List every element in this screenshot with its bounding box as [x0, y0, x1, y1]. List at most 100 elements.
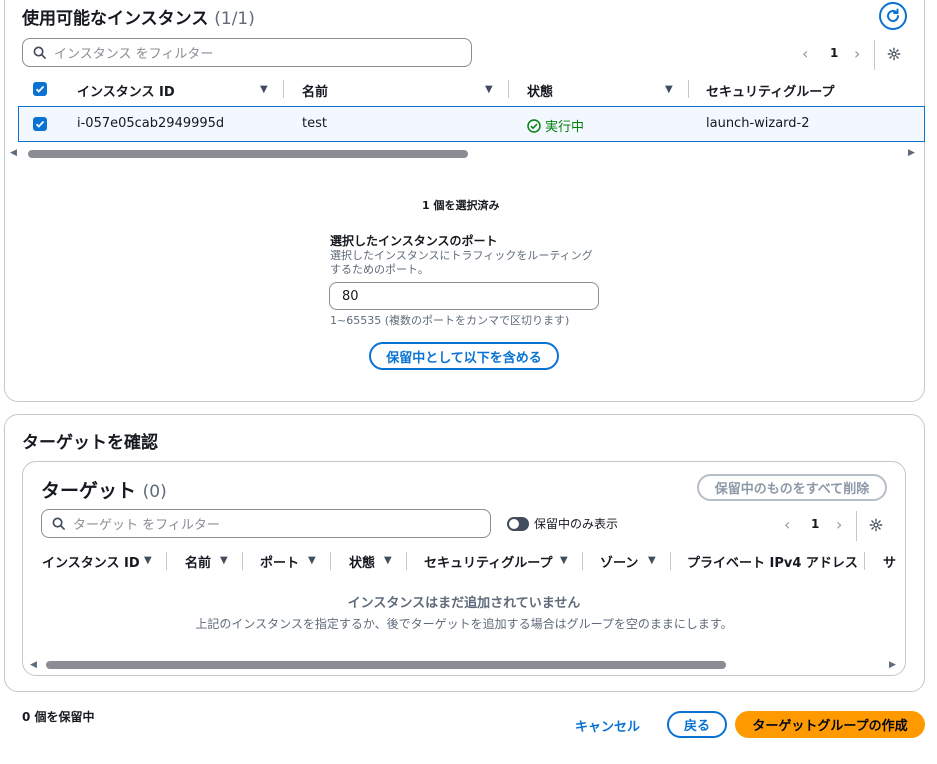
pending-only-label: 保留中のみ表示	[534, 517, 619, 531]
security-group-cell: launch-wizard-2	[706, 116, 810, 131]
column-header-label: インスタンス ID	[42, 556, 140, 571]
column-header-instance-id[interactable]: インスタンス ID	[42, 552, 140, 571]
divider	[874, 40, 875, 70]
column-header-status[interactable]: 状態	[527, 81, 553, 100]
check-icon	[35, 120, 45, 128]
instance-id-cell: i-057e05cab2949995d	[77, 116, 225, 131]
targets-heading: ターゲット (0)	[41, 476, 167, 503]
page-number[interactable]: 1	[811, 517, 819, 531]
port-hint: 1~65535 (複数のポートをカンマで区切ります)	[330, 314, 570, 327]
port-input-value: 80	[342, 288, 359, 304]
column-header-subnet[interactable]: サブ	[883, 552, 904, 573]
available-instances-count: (1/1)	[214, 9, 255, 29]
instance-filter-placeholder: インスタンス をフィルター	[54, 47, 214, 62]
sort-caret-icon[interactable]: ▼	[308, 555, 316, 566]
column-header-label: プライベート IPv4 アドレス	[687, 556, 858, 571]
create-target-group-label: ターゲットグループの作成	[752, 719, 908, 734]
scroll-right-arrow-icon[interactable]: ▶	[889, 660, 896, 670]
column-header-instance-id[interactable]: インスタンス ID	[77, 81, 175, 100]
column-header-label: 名前	[302, 85, 329, 100]
create-target-group-button[interactable]: ターゲットグループの作成	[735, 711, 925, 738]
search-icon	[52, 517, 65, 530]
available-instances-heading: 使用可能なインスタンス (1/1)	[22, 4, 255, 29]
column-header-label: 状態	[349, 556, 376, 571]
sort-caret-icon[interactable]: ▼	[485, 84, 493, 95]
cancel-button[interactable]: キャンセル	[575, 716, 640, 735]
column-header-label: ゾーン	[600, 556, 639, 571]
targets-title: ターゲット	[41, 480, 137, 502]
port-label: 選択したインスタンスのポート	[330, 234, 498, 248]
include-as-pending-label: 保留中として以下を含める	[386, 350, 542, 366]
chevron-left-icon[interactable]: ‹	[784, 515, 790, 534]
scroll-right-arrow-icon[interactable]: ▶	[908, 148, 915, 158]
sort-caret-icon[interactable]: ▼	[144, 555, 152, 566]
column-header-label: 状態	[527, 85, 554, 100]
column-header-zone[interactable]: ゾーン	[600, 552, 638, 571]
remove-all-pending-button[interactable]: 保留中のものをすべて削除	[697, 474, 887, 501]
pending-only-toggle[interactable]	[507, 517, 529, 531]
column-header-label: ポート	[260, 556, 300, 571]
column-header-label: セキュリティグループ	[706, 85, 835, 100]
divider	[856, 511, 857, 541]
sort-caret-icon[interactable]: ▼	[560, 555, 568, 566]
column-header-port[interactable]: ポート	[260, 552, 299, 571]
column-divider	[406, 552, 407, 570]
horizontal-scrollbar[interactable]	[46, 661, 726, 669]
column-header-private-ipv4[interactable]: プライベート IPv4 アドレス	[687, 552, 858, 571]
target-filter-placeholder: ターゲット をフィルター	[73, 518, 220, 533]
column-header-label: サブ	[883, 556, 897, 571]
include-as-pending-button[interactable]: 保留中として以下を含める	[369, 342, 559, 370]
port-input[interactable]: 80	[329, 282, 599, 310]
column-header-name[interactable]: 名前	[185, 552, 211, 571]
sort-caret-icon[interactable]: ▼	[665, 84, 673, 95]
empty-state-title: インスタンスはまだ追加されていません	[347, 596, 581, 611]
select-all-checkbox[interactable]	[33, 82, 47, 96]
column-header-status[interactable]: 状態	[349, 552, 375, 571]
back-label: 戻る	[683, 719, 710, 734]
column-divider	[670, 552, 671, 570]
column-divider	[582, 552, 583, 570]
sort-caret-icon[interactable]: ▼	[260, 84, 268, 95]
scroll-left-arrow-icon[interactable]: ◀	[30, 660, 37, 670]
column-header-label: 名前	[185, 556, 212, 571]
column-header-security-group[interactable]: セキュリティグループ	[424, 552, 552, 571]
port-description-line2: するためのポート。	[330, 263, 429, 276]
back-button[interactable]: 戻る	[667, 711, 727, 738]
column-divider	[508, 80, 509, 98]
target-pager: ‹ 1 ›	[782, 511, 907, 541]
sort-caret-icon[interactable]: ▼	[384, 555, 392, 566]
success-check-circle-icon	[527, 118, 541, 133]
target-filter-input[interactable]: ターゲット をフィルター	[41, 509, 491, 538]
column-header-security-group[interactable]: セキュリティグループ	[706, 81, 834, 100]
column-divider	[864, 552, 865, 570]
column-header-label: セキュリティグループ	[424, 556, 553, 571]
column-header-name[interactable]: 名前	[302, 81, 328, 100]
refresh-button[interactable]	[879, 2, 907, 30]
search-icon	[33, 46, 46, 59]
remove-all-pending-label: 保留中のものをすべて削除	[714, 482, 870, 497]
sort-caret-icon[interactable]: ▼	[220, 555, 228, 566]
sort-caret-icon[interactable]: ▼	[648, 555, 656, 566]
name-cell: test	[302, 116, 327, 131]
empty-state-description: 上記のインスタンスを指定するか、後でターゲットを追加する場合はグループを空のまま…	[195, 617, 733, 631]
horizontal-scrollbar[interactable]	[28, 150, 468, 158]
row-checkbox[interactable]	[33, 117, 47, 131]
scroll-left-arrow-icon[interactable]: ◀	[10, 148, 17, 158]
instance-pager: ‹ 1 ›	[800, 40, 925, 70]
column-divider	[283, 80, 284, 98]
page-number[interactable]: 1	[830, 46, 838, 60]
chevron-right-icon[interactable]: ›	[854, 44, 860, 63]
status-text: 実行中	[545, 120, 585, 135]
review-targets-heading: ターゲットを確認	[22, 433, 158, 453]
column-divider	[242, 552, 243, 570]
targets-table-header: インスタンス ID ▼ 名前 ▼ ポート ▼ 状態 ▼ セキュリティグループ ▼…	[42, 551, 904, 573]
selected-count: 1 個を選択済み	[422, 199, 500, 212]
available-instances-title: 使用可能なインスタンス	[22, 9, 209, 29]
settings-gear-icon[interactable]	[887, 47, 901, 61]
chevron-right-icon[interactable]: ›	[836, 515, 842, 534]
instance-filter-input[interactable]: インスタンス をフィルター	[22, 38, 472, 67]
check-icon	[35, 85, 45, 93]
chevron-left-icon[interactable]: ‹	[802, 44, 808, 63]
settings-gear-icon[interactable]	[869, 518, 883, 532]
pending-count: 0 個を保留中	[22, 710, 95, 724]
